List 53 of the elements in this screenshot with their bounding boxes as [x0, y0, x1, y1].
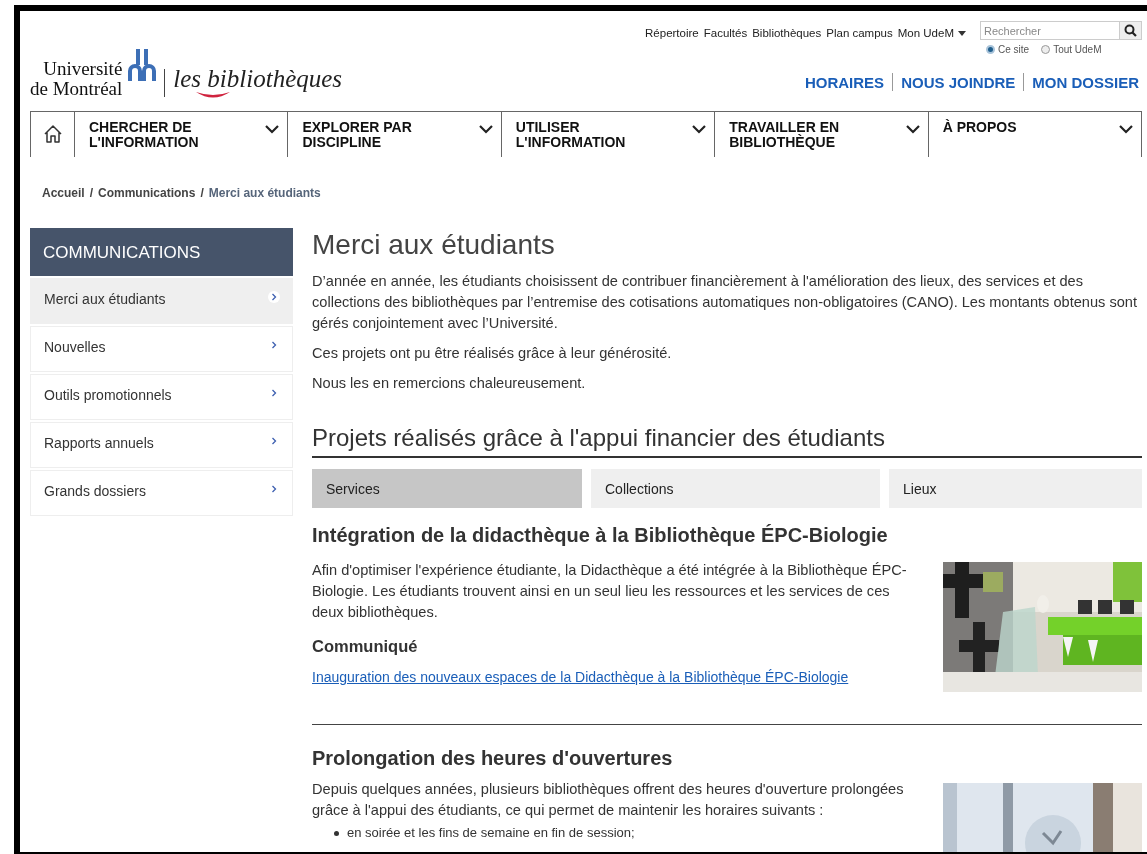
search-field[interactable]: Rechercher — [980, 21, 1120, 40]
section-title: Projets réalisés grâce à l'appui financier des étudiants — [312, 424, 1142, 458]
utility-link[interactable]: Mon UdeM — [897, 25, 966, 41]
utility-link[interactable]: Bibliothèques — [752, 25, 822, 41]
smile-mark-icon — [195, 91, 232, 99]
article-subheading: Communiqué — [312, 636, 419, 657]
bullet-dot-icon — [334, 830, 339, 836]
tab[interactable]: Lieux — [889, 469, 1142, 508]
home-icon — [42, 124, 63, 144]
chevron-down-icon — [905, 125, 920, 134]
search-button[interactable] — [1120, 21, 1142, 40]
university-logo-icon — [128, 49, 157, 81]
chevron-down-icon — [1119, 125, 1134, 134]
sidebar-item[interactable]: Grands dossiers — [30, 470, 293, 516]
chevron-down-icon — [692, 125, 707, 134]
quick-link[interactable]: HORAIRES — [804, 73, 885, 91]
chevron-down-icon — [265, 125, 280, 134]
radio-label: Tout UdeM — [1053, 44, 1102, 55]
intro-paragraph: D’année en année, les étudiants choisissent de contribuer financièrement à l'amélioration des lieux, des services et des collections des bibliothèques par l’entremise des cotisations automatiques non-obligatoires (CANO). Les montants obtenus sont gérés conjointement avec l’Université. — [312, 272, 1138, 333]
sidebar-title: COMMUNICATIONS — [30, 228, 293, 276]
article-title: Intégration de la didacthèque à la Bibliothèque ÉPC-Biologie — [312, 523, 889, 548]
article-title: Prolongation des heures d'ouvertures — [312, 746, 674, 771]
breadcrumb-separator: / — [200, 186, 204, 202]
libraries-wordmark: les bibliothèques — [173, 65, 343, 93]
chevron-down-icon — [478, 125, 493, 134]
breadcrumb-link[interactable]: Merci aux étudiants — [208, 186, 321, 202]
breadcrumb-link[interactable]: Communications — [98, 186, 196, 202]
intro-paragraph: Ces projets ont pu être réalisés grâce à leur générosité. — [312, 344, 673, 363]
sidebar-item[interactable]: Merci aux étudiants — [30, 278, 293, 324]
university-name: Université de Montréal — [30, 57, 123, 99]
quick-link[interactable]: MON DOSSIER — [1032, 73, 1139, 91]
quick-link[interactable]: NOUS JOINDRE — [901, 73, 1016, 91]
page-title: Merci aux étudiants — [312, 228, 556, 262]
radio-label: Ce site — [998, 44, 1030, 55]
tab[interactable]: Services — [312, 469, 582, 508]
sidebar-item[interactable]: Nouvelles — [30, 326, 293, 372]
intro-paragraph: Nous les en remercions chaleureusement. — [312, 374, 587, 393]
article-paragraph: Afin d'optimiser l'expérience étudiante, la Didacthèque a été intégrée à la Bibliothèque ÉPC-Biologie. Les étudiants trouvent ainsi en un seul lieu les ressources et les services de ces deux bibliothèques. — [312, 561, 908, 622]
article-link[interactable]: Inauguration des nouveaux espaces de la Didacthèque à la Bibliothèque ÉPC-Biologie — [312, 669, 917, 685]
breadcrumb-separator: / — [89, 186, 94, 202]
tab[interactable]: Collections — [591, 469, 880, 508]
sidebar-item[interactable]: Outils promotionnels — [30, 374, 293, 420]
bullet-text: en soirée et les fins de semaine en fin de session; — [347, 825, 635, 841]
utility-link[interactable]: Plan campus — [826, 25, 893, 41]
radio-button[interactable] — [1041, 45, 1051, 54]
breadcrumb-link[interactable]: Accueil — [42, 186, 85, 202]
article-paragraph: Depuis quelques années, plusieurs bibliothèques offrent des heures d'ouverture prolongées grâce à l'appui des étudiants, ce qui permet de maintenir les horaires suivants : — [312, 780, 905, 820]
utility-link[interactable]: Facultés — [703, 25, 748, 41]
chevron-icon — [268, 291, 280, 303]
sidebar-item[interactable]: Rapports annuels — [30, 422, 293, 468]
utility-link[interactable]: Répertoire — [645, 25, 699, 41]
radio-button[interactable] — [986, 45, 995, 54]
caret-icon — [958, 30, 966, 36]
